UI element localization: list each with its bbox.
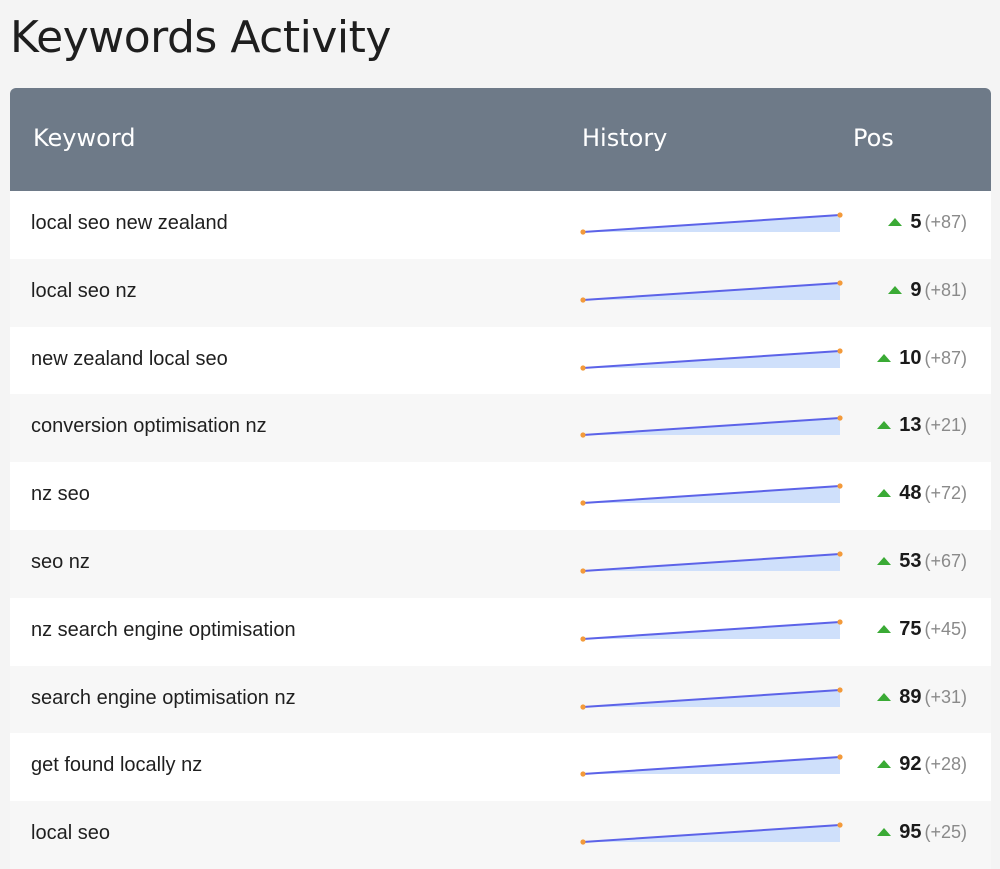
position-value: 48 [899, 482, 922, 505]
position-cell: 10 (+87) [877, 347, 967, 370]
table-row[interactable]: seo nz 53 (+67) [10, 529, 991, 598]
history-sparkline [580, 347, 843, 371]
sparkline-end-dot [837, 347, 843, 354]
position-value: 9 [910, 278, 922, 301]
sparkline-end-dot [837, 619, 843, 625]
table-row[interactable]: local seo nz 9 (+81) [10, 258, 991, 327]
triangle-up-icon [877, 489, 892, 498]
history-sparkline [580, 754, 843, 777]
table-row[interactable]: nz search engine optimisation 75 (+45) [10, 597, 991, 666]
keyword-text[interactable]: new zealand local seo [31, 348, 228, 371]
sparkline-end-dot [837, 212, 843, 218]
keyword-text[interactable]: local seo new zealand [31, 212, 228, 235]
sparkline-end-dot [837, 754, 843, 760]
column-header-keyword[interactable]: Keyword [33, 124, 136, 152]
history-sparkline [580, 551, 843, 574]
sparkline-start-dot [580, 297, 586, 303]
position-cell: 95 (+25) [877, 821, 967, 844]
sparkline-end-dot [837, 822, 843, 828]
sparkline-start-dot [580, 839, 586, 845]
table-row[interactable]: new zealand local seo 10 (+87) [10, 326, 991, 395]
sparkline-end-dot [837, 415, 843, 421]
position-change: (+81) [924, 279, 967, 300]
sparkline-start-dot [580, 500, 586, 506]
sparkline-start-dot [580, 703, 586, 710]
position-cell: 92 (+28) [877, 753, 967, 776]
position-change: (+31) [924, 686, 967, 707]
table-body: local seo new zealand 5 (+87) local seo nz 9… [10, 191, 991, 869]
column-header-history[interactable]: History [582, 124, 667, 152]
position-cell: 75 (+45) [877, 618, 967, 641]
position-change: (+87) [924, 212, 967, 232]
triangle-up-icon [877, 556, 892, 565]
keyword-text[interactable]: seo nz [31, 551, 90, 574]
sparkline-end-dot [837, 686, 843, 693]
keyword-text[interactable]: local seo nz [31, 280, 137, 303]
position-value: 92 [899, 753, 922, 776]
history-sparkline [580, 619, 843, 642]
triangle-up-icon [888, 285, 903, 294]
position-cell: 9 (+81) [888, 279, 967, 302]
history-sparkline [580, 483, 843, 506]
position-change: (+87) [924, 347, 967, 368]
position-cell: 89 (+31) [877, 686, 967, 709]
sparkline-start-dot [580, 568, 586, 574]
keyword-text[interactable]: nz seo [31, 483, 90, 506]
table-header: Keyword History Pos [10, 88, 991, 191]
keyword-text[interactable]: get found locally nz [31, 754, 202, 777]
sparkline-start-dot [580, 636, 586, 642]
position-value: 95 [899, 821, 922, 844]
triangle-up-icon [877, 692, 892, 701]
position-value: 10 [899, 346, 922, 369]
position-cell: 5 (+87) [888, 211, 967, 234]
keyword-text[interactable]: nz search engine optimisation [31, 619, 296, 642]
history-sparkline [580, 280, 843, 303]
position-cell: 13 (+21) [877, 414, 967, 437]
table-row[interactable]: nz seo 48 (+72) [10, 462, 991, 530]
history-sparkline [580, 686, 843, 710]
sparkline-start-dot [580, 364, 586, 371]
history-sparkline [580, 415, 843, 438]
keyword-text[interactable]: local seo [31, 822, 110, 845]
position-cell: 48 (+72) [877, 482, 967, 505]
sparkline-end-dot [837, 551, 843, 557]
sparkline-start-dot [580, 432, 586, 438]
triangle-up-icon [877, 353, 892, 362]
position-value: 5 [910, 211, 922, 233]
history-sparkline [580, 822, 843, 845]
position-change: (+67) [924, 550, 967, 571]
position-change: (+45) [924, 618, 967, 639]
table-row[interactable]: conversion optimisation nz 13 (+21) [10, 394, 991, 463]
table-row[interactable]: search engine optimisation nz 89 (+31) [10, 665, 991, 734]
position-cell: 53 (+67) [877, 550, 967, 573]
table-row[interactable]: local seo new zealand 5 (+87) [10, 191, 991, 259]
triangle-up-icon [877, 624, 892, 633]
sparkline-start-dot [580, 771, 586, 777]
keywords-table: Keyword History Pos local seo new zealan… [10, 88, 991, 869]
sparkline-start-dot [580, 229, 586, 235]
position-change: (+25) [924, 822, 967, 843]
keyword-text[interactable]: search engine optimisation nz [31, 687, 296, 710]
history-sparkline [580, 212, 843, 235]
triangle-up-icon [877, 760, 892, 769]
triangle-up-icon [877, 828, 892, 837]
position-change: (+28) [924, 754, 967, 775]
position-value: 53 [899, 549, 922, 572]
position-value: 13 [899, 414, 922, 437]
keyword-text[interactable]: conversion optimisation nz [31, 415, 267, 438]
position-value: 89 [899, 685, 922, 708]
triangle-up-icon [877, 421, 892, 430]
table-row[interactable]: local seo 95 (+25) [10, 801, 991, 869]
position-value: 75 [899, 617, 922, 640]
sparkline-end-dot [837, 280, 843, 286]
column-header-pos[interactable]: Pos [853, 124, 894, 152]
sparkline-end-dot [837, 483, 843, 489]
table-row[interactable]: get found locally nz 92 (+28) [10, 733, 991, 802]
position-change: (+72) [924, 483, 967, 504]
page-title: Keywords Activity [10, 12, 391, 63]
position-change: (+21) [924, 415, 967, 436]
triangle-up-icon [888, 218, 903, 226]
